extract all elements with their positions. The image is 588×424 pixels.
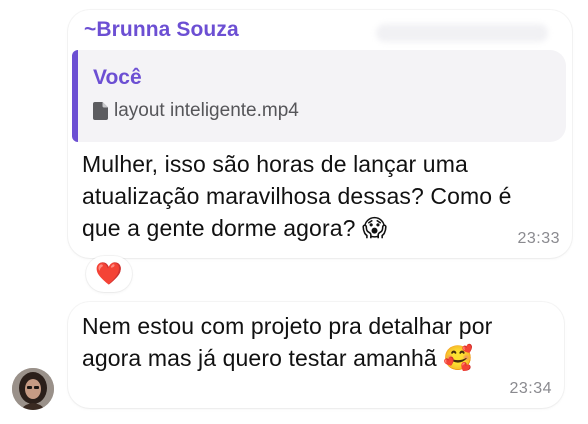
message-line: Mulher, isso são horas de lançar uma: [82, 151, 468, 177]
sender-avatar[interactable]: [12, 368, 54, 410]
reply-file: layout inteligente.mp4: [93, 100, 299, 122]
reply-author: Você: [93, 66, 142, 89]
message-bubble[interactable]: ~Brunna Souza Você layout inteligente.mp…: [68, 10, 572, 258]
message-line: atualização maravilhosa dessas? Como é: [82, 183, 512, 209]
message-line-text: agora mas já quero testar amanhã: [82, 345, 444, 371]
avatar-image: [12, 368, 54, 410]
message-line-text: que a gente dorme agora?: [82, 215, 362, 241]
message-line: Nem estou com projeto pra detalhar por: [82, 313, 493, 339]
reply-quote[interactable]: Você layout inteligente.mp4: [72, 50, 566, 142]
sender-name[interactable]: ~Brunna Souza: [84, 18, 239, 42]
smiling-hearts-emoji: 🥰: [443, 344, 474, 372]
message-timestamp: 23:34: [509, 380, 552, 397]
sender-phone-blurred: [376, 24, 548, 42]
document-icon: [93, 102, 108, 120]
message-timestamp: 23:33: [517, 230, 560, 247]
scream-emoji: 😱: [361, 214, 388, 242]
message-bubble[interactable]: Nem estou com projeto pra detalhar por a…: [68, 302, 564, 408]
message-line: que a gente dorme agora? 😱: [82, 212, 570, 244]
reply-file-name: layout inteligente.mp4: [114, 100, 299, 121]
reply-quote-bar: [72, 50, 78, 142]
message-text: Nem estou com projeto pra detalhar por a…: [82, 310, 562, 374]
chat-view: ~Brunna Souza Você layout inteligente.mp…: [0, 0, 588, 424]
message-line: agora mas já quero testar amanhã 🥰: [82, 342, 562, 374]
message-text: Mulher, isso são horas de lançar uma atu…: [82, 148, 570, 244]
heart-reaction-icon: ❤️: [95, 261, 123, 287]
reaction-badge[interactable]: ❤️: [86, 256, 132, 292]
